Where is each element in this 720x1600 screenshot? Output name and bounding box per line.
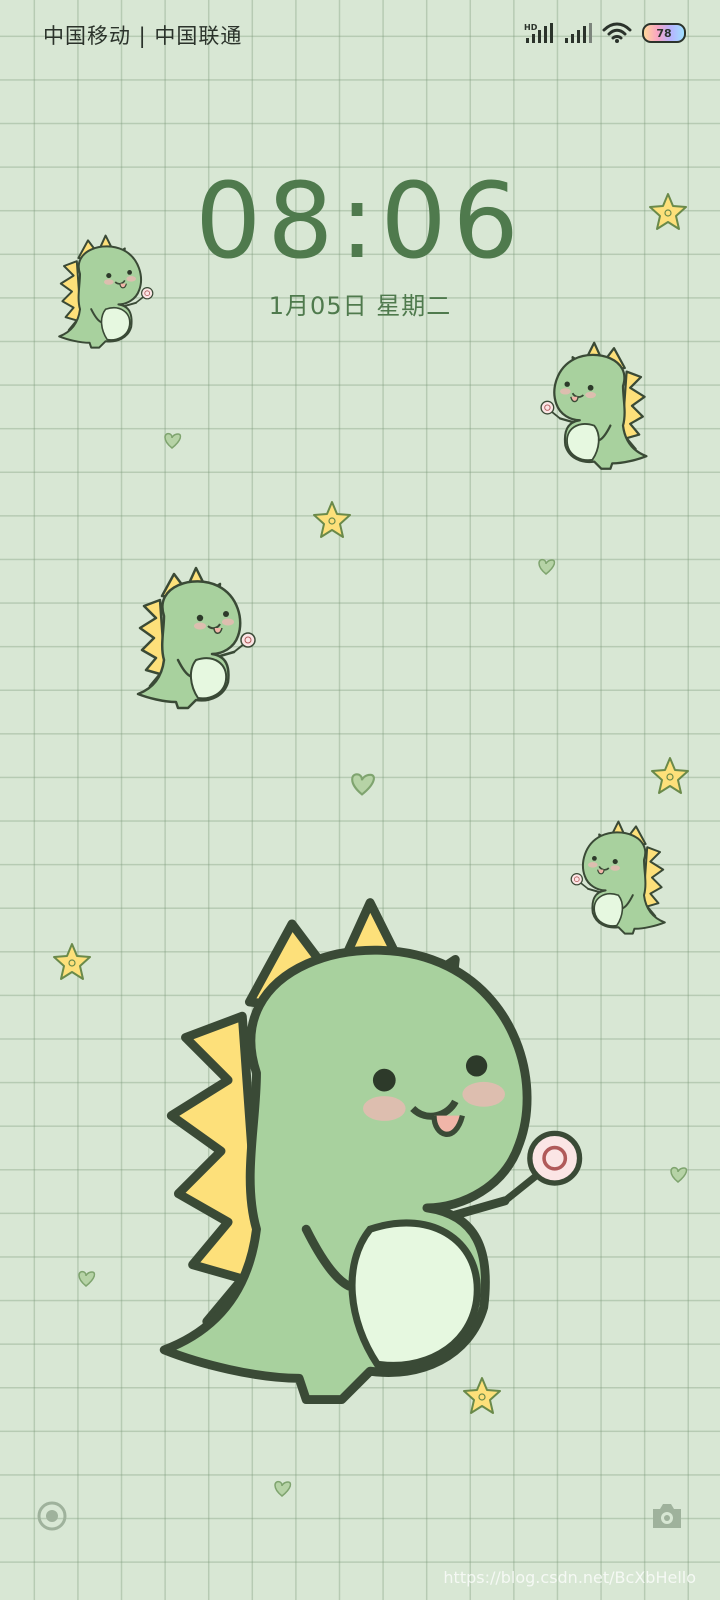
record-icon [37, 1501, 67, 1531]
dino-large [164, 903, 579, 1400]
star-4 [53, 943, 91, 980]
star-3 [651, 757, 689, 794]
dino-small-1 [58, 234, 154, 349]
lockscreen-camera-shortcut[interactable] [650, 1500, 684, 1532]
heart-5 [78, 1270, 96, 1287]
wallpaper-illustration [53, 193, 689, 1497]
dino-small-2 [539, 341, 648, 470]
star-5 [463, 1377, 501, 1414]
heart-2 [538, 558, 556, 575]
camera-icon [653, 1504, 681, 1528]
star-2 [313, 501, 351, 538]
heart-4 [670, 1166, 688, 1183]
watermark-text: https://blog.csdn.net/BcXbHello [443, 1568, 696, 1587]
star-1 [649, 193, 687, 230]
dino-small-4 [570, 820, 666, 935]
heart-3 [351, 773, 375, 796]
heart-6 [274, 1480, 292, 1497]
heart-1 [164, 432, 182, 449]
lockscreen-shortcut-left[interactable] [36, 1500, 68, 1532]
dino-small-3 [136, 566, 257, 710]
